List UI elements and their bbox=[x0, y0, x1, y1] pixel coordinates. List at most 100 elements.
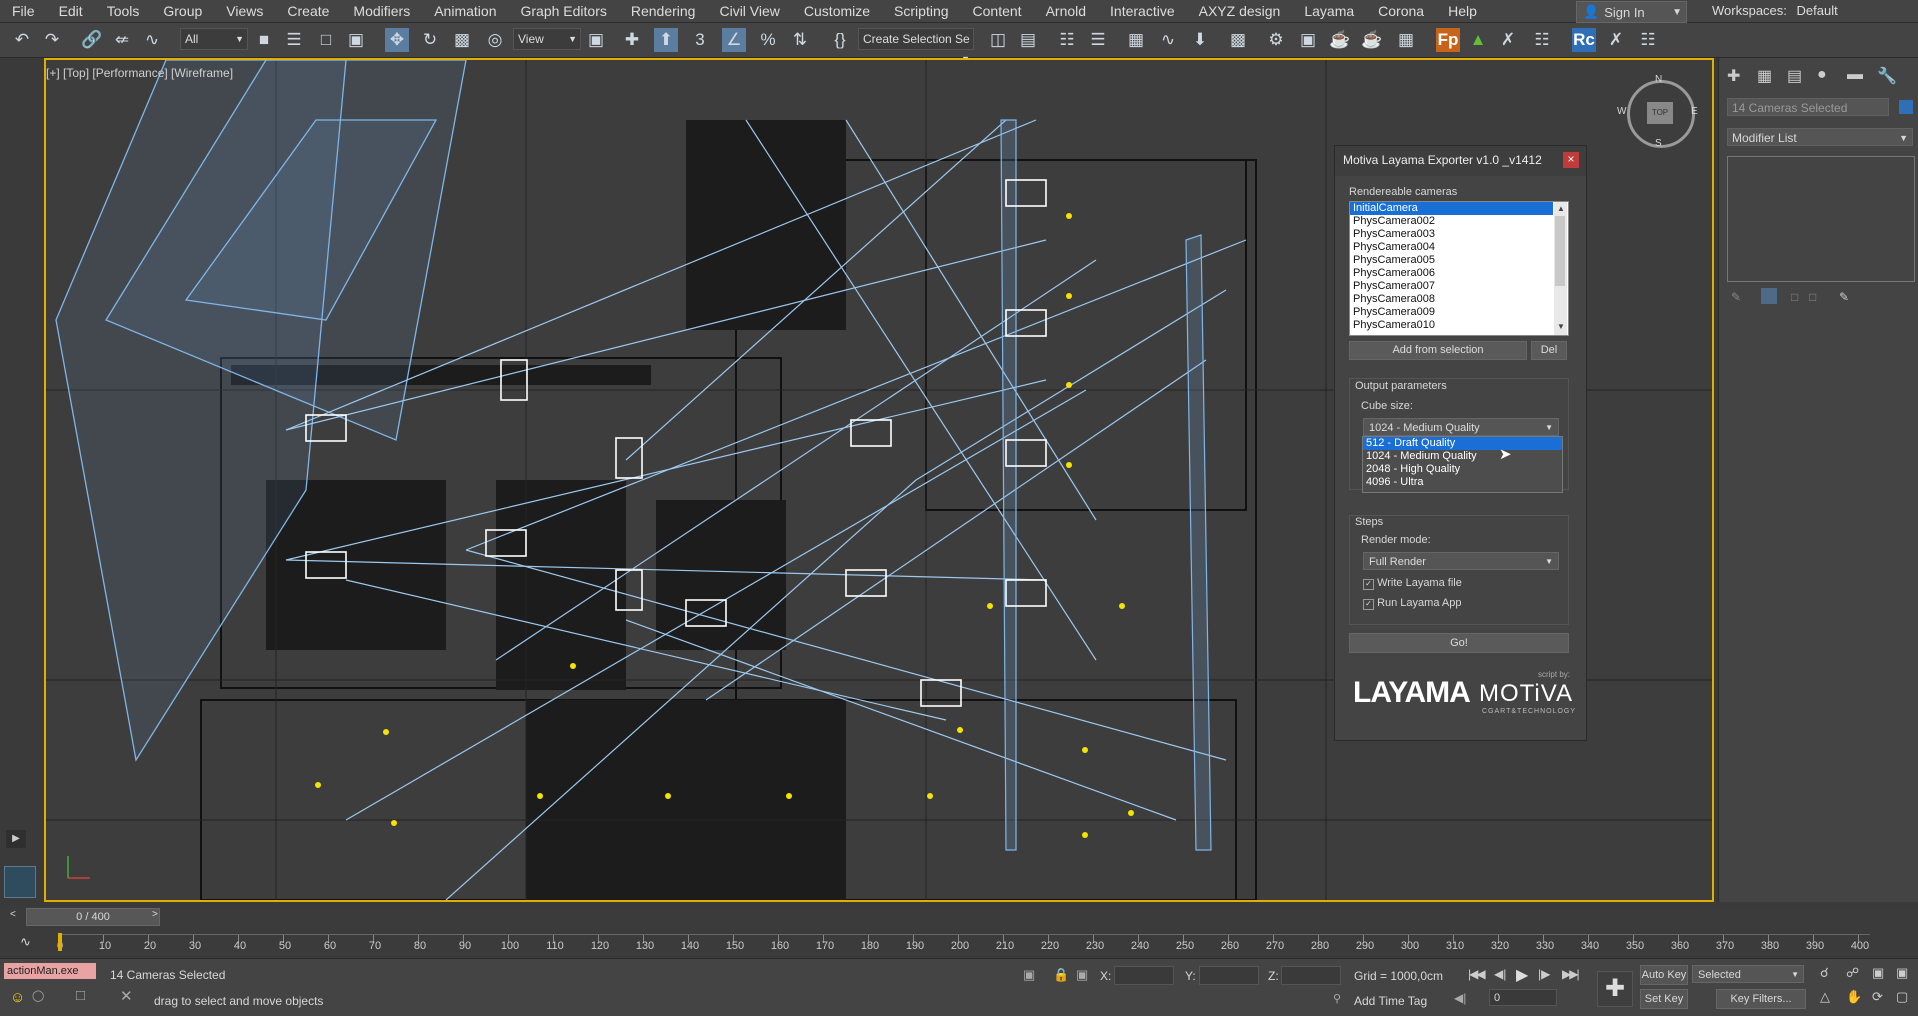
cube-size-option[interactable]: 4096 - Ultra bbox=[1363, 476, 1562, 489]
menu-file[interactable]: File bbox=[0, 0, 47, 22]
object-color-swatch[interactable] bbox=[1899, 100, 1913, 114]
next-frame-icon[interactable]: |▶ bbox=[1538, 967, 1550, 981]
maxscript-listener[interactable]: actionMan.exe bbox=[4, 963, 96, 979]
rendered-frame-window-icon[interactable]: ▣ bbox=[1296, 28, 1320, 52]
menu-civil-view[interactable]: Civil View bbox=[707, 0, 791, 22]
percent-snap-icon[interactable]: % bbox=[756, 28, 780, 52]
curve-editor-icon[interactable]: ∿ bbox=[1156, 28, 1180, 52]
cameras-scrollbar[interactable]: ▲ ▼ bbox=[1554, 202, 1567, 335]
camera-list-item[interactable]: PhysCamera002 bbox=[1350, 215, 1553, 228]
play-icon[interactable]: ▶ bbox=[1516, 965, 1528, 985]
set-key-button[interactable]: Set Key bbox=[1640, 989, 1688, 1009]
render-production-icon[interactable]: ☕ bbox=[1328, 28, 1352, 52]
camera-list-item[interactable]: PhysCamera008 bbox=[1350, 293, 1553, 306]
menu-layama[interactable]: Layama bbox=[1292, 0, 1366, 22]
layer-explorer-icon[interactable]: ☰ bbox=[1086, 28, 1110, 52]
go-to-end-icon[interactable]: ▶▶| bbox=[1562, 967, 1580, 981]
select-and-move-icon[interactable]: ✥ bbox=[385, 28, 409, 52]
delete-camera-button[interactable]: Del bbox=[1531, 341, 1567, 360]
remove-modifier-icon[interactable]: □ bbox=[1809, 290, 1816, 304]
menu-edit[interactable]: Edit bbox=[47, 0, 95, 22]
select-and-rotate-icon[interactable]: ↻ bbox=[418, 28, 442, 52]
mirror-icon[interactable]: ◫ bbox=[986, 28, 1010, 52]
keyboard-shortcut-override-icon[interactable]: ✚ bbox=[620, 28, 644, 52]
current-frame-field[interactable]: 0 bbox=[1489, 989, 1557, 1006]
sign-in-button[interactable]: 👤 Sign In ▼ bbox=[1576, 1, 1687, 23]
key-mode-dropdown[interactable]: Selected ▼ bbox=[1692, 965, 1804, 983]
z-coordinate-field[interactable] bbox=[1281, 966, 1341, 985]
menu-views[interactable]: Views bbox=[214, 0, 275, 22]
play-strip-icon[interactable]: ▶ bbox=[6, 830, 26, 848]
forest-pack-icon[interactable]: Fp bbox=[1436, 28, 1460, 52]
time-slider-prev-icon[interactable]: < bbox=[10, 909, 16, 920]
schematic-view-icon[interactable]: ⬇ bbox=[1188, 28, 1212, 52]
select-object-icon[interactable]: ■ bbox=[252, 28, 276, 52]
cube-size-option[interactable]: 2048 - High Quality bbox=[1363, 463, 1562, 476]
menu-create[interactable]: Create bbox=[275, 0, 341, 22]
isolate-selection-icon[interactable]: ▣ bbox=[1023, 967, 1035, 983]
modifier-stack[interactable] bbox=[1727, 156, 1915, 282]
render-mode-dropdown[interactable]: Full Render ▼ bbox=[1363, 552, 1559, 570]
spinner-snap-icon[interactable]: ⇅ bbox=[788, 28, 812, 52]
menu-content[interactable]: Content bbox=[961, 0, 1034, 22]
menu-arnold[interactable]: Arnold bbox=[1034, 0, 1098, 22]
scroll-up-icon[interactable]: ▲ bbox=[1557, 204, 1565, 213]
camera-list-item[interactable]: PhysCamera007 bbox=[1350, 280, 1553, 293]
selection-lock-icon[interactable]: 🔒 bbox=[1053, 967, 1069, 983]
dialog-titlebar[interactable]: Motiva Layama Exporter v1.0 _v1412 × bbox=[1335, 146, 1586, 176]
snap-3d-icon[interactable]: 3 bbox=[688, 28, 712, 52]
hierarchy-tab-icon[interactable]: ▤ bbox=[1787, 66, 1802, 86]
maximize-viewport-icon[interactable]: ▢ bbox=[1896, 989, 1908, 1005]
write-layama-checkbox[interactable]: ✓ Write Layama file bbox=[1363, 577, 1462, 590]
cameras-listbox[interactable]: InitialCamera PhysCamera002 PhysCamera003 P… bbox=[1349, 201, 1569, 336]
motion-tab-icon[interactable]: ● bbox=[1817, 66, 1827, 84]
menu-tools[interactable]: Tools bbox=[95, 0, 152, 22]
undo-icon[interactable]: ↶ bbox=[10, 28, 34, 52]
camera-list-item[interactable]: PhysCamera005 bbox=[1350, 254, 1553, 267]
cube-size-option[interactable]: 512 - Draft Quality bbox=[1363, 437, 1562, 450]
menu-axyz-design[interactable]: AXYZ design bbox=[1187, 0, 1293, 22]
previous-frame-icon[interactable]: ◀| bbox=[1494, 967, 1506, 981]
viewport-label[interactable]: [+] [Top] [Performance] [Wireframe] bbox=[46, 66, 233, 80]
auto-key-button[interactable]: Auto Key bbox=[1640, 965, 1688, 985]
absolute-mode-icon[interactable]: ▣ bbox=[1076, 967, 1088, 983]
edit-named-selection-icon[interactable]: {} bbox=[828, 28, 852, 52]
align-icon[interactable]: ▤ bbox=[1016, 28, 1040, 52]
tools-icon[interactable]: ✗ bbox=[1604, 28, 1628, 52]
menu-animation[interactable]: Animation bbox=[422, 0, 508, 22]
cube-size-options[interactable]: 512 - Draft Quality 1024 - Medium Quality… bbox=[1362, 436, 1563, 493]
track-bar[interactable]: 0102030405060708090100110120130140150160… bbox=[57, 933, 1870, 955]
scene-explorer-icon[interactable]: ☷ bbox=[1055, 28, 1079, 52]
zoom-extents-all-icon[interactable]: ▣ bbox=[1896, 965, 1908, 981]
camera-list-item[interactable]: PhysCamera004 bbox=[1350, 241, 1553, 254]
cube-size-option[interactable]: 1024 - Medium Quality bbox=[1363, 450, 1562, 463]
key-filters-button[interactable]: Key Filters... bbox=[1716, 989, 1806, 1009]
menu-help[interactable]: Help bbox=[1436, 0, 1489, 22]
viewport-layout-icon[interactable] bbox=[4, 866, 36, 898]
menu-rendering[interactable]: Rendering bbox=[619, 0, 708, 22]
camera-list-item[interactable]: InitialCamera bbox=[1350, 202, 1553, 215]
bind-space-warp-icon[interactable]: ∿ bbox=[140, 28, 164, 52]
menu-modifiers[interactable]: Modifiers bbox=[341, 0, 422, 22]
camera-list-item[interactable]: PhysCamera009 bbox=[1350, 306, 1553, 319]
make-unique-icon[interactable]: □ bbox=[1791, 290, 1798, 304]
modify-tab-icon[interactable]: ▦ bbox=[1757, 66, 1772, 86]
viewcube[interactable]: TOP N S E W bbox=[1617, 74, 1698, 149]
reference-coordinate-dropdown[interactable]: View ▼ bbox=[513, 28, 581, 50]
pin-stack-icon[interactable]: ✎ bbox=[1731, 290, 1741, 304]
pivot-point-icon[interactable]: ▣ bbox=[584, 28, 608, 52]
rc-icon[interactable]: Rc bbox=[1572, 28, 1596, 52]
mini-curve-editor-icon[interactable]: ∿ bbox=[20, 934, 31, 950]
select-and-scale-icon[interactable]: ▩ bbox=[450, 28, 474, 52]
toggle-ribbon-icon[interactable]: ▦ bbox=[1124, 28, 1148, 52]
zoom-extents-icon[interactable]: ▣ bbox=[1872, 965, 1884, 981]
scroll-down-icon[interactable]: ▼ bbox=[1557, 322, 1565, 331]
zoom-all-icon[interactable]: ☍ bbox=[1846, 965, 1859, 981]
select-by-name-icon[interactable]: ☰ bbox=[282, 28, 306, 52]
show-end-result-icon[interactable] bbox=[1761, 288, 1777, 304]
render-setup-icon[interactable]: ⚙ bbox=[1264, 28, 1288, 52]
camera-list-item[interactable]: PhysCamera003 bbox=[1350, 228, 1553, 241]
display-tab-icon[interactable]: ▬ bbox=[1847, 66, 1863, 84]
close-button[interactable]: × bbox=[1563, 152, 1579, 168]
utilities-tab-icon[interactable]: 🔧 bbox=[1877, 66, 1897, 86]
